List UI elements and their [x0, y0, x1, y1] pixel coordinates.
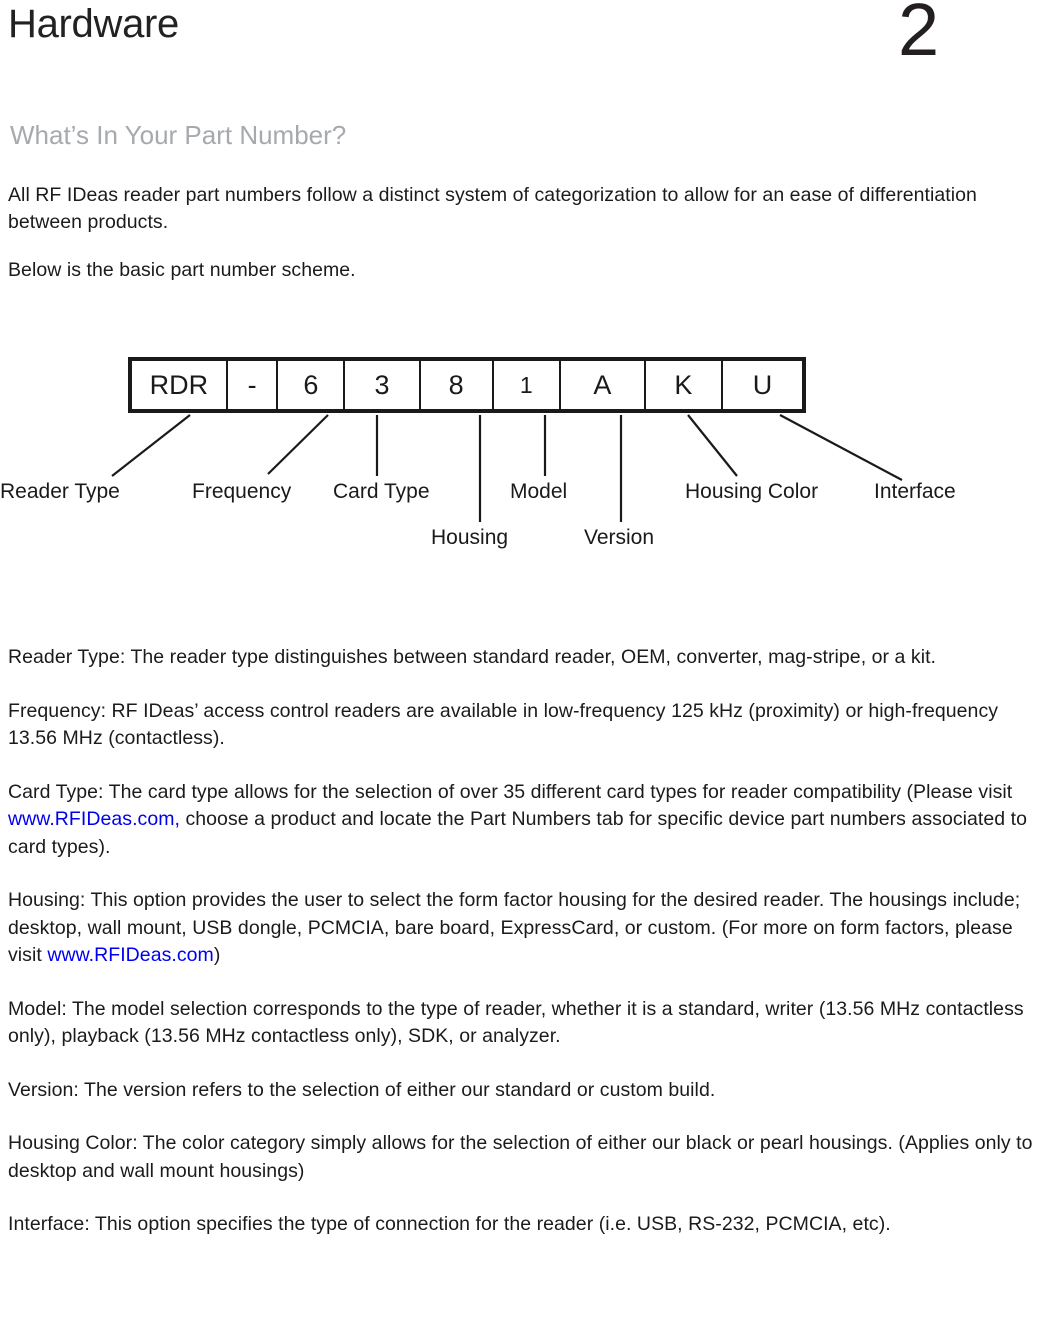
- definition-body-model: The model selection corresponds to the t…: [8, 997, 1024, 1048]
- definition-term-housing-color: Housing Color:: [8, 1132, 143, 1154]
- part-number-diagram: RDR - 6 3 8 1 A K U Reader Type Frequenc…: [0, 340, 1043, 555]
- part-number-cell-frequency: 6: [278, 361, 346, 409]
- section-subtitle: What’s In Your Part Number?: [10, 120, 347, 150]
- definition-version: Version: The version refers to the selec…: [8, 1077, 1043, 1105]
- definition-term-frequency: Frequency:: [8, 699, 112, 722]
- definitions-block: Reader Type: The reader type distinguish…: [8, 644, 1043, 1239]
- part-number-cell-interface: U: [722, 361, 802, 409]
- diagram-label-reader-type: Reader Type: [0, 480, 120, 503]
- intro-paragraph-2: Below is the basic part number scheme.: [8, 259, 356, 281]
- rfideas-link-housing[interactable]: www.RFIDeas.com: [47, 944, 214, 966]
- definition-term-card-type: Card Type:: [8, 780, 109, 803]
- part-number-cell-housing: 8: [420, 361, 494, 409]
- diagram-label-housing-color: Housing Color: [685, 480, 819, 503]
- definition-term-interface: Interface:: [8, 1213, 95, 1235]
- diagram-label-version: Version: [584, 526, 655, 549]
- intro-block: All RF IDeas reader part numbers follow …: [8, 182, 1028, 284]
- definition-housing-color: Housing Color: The color category simply…: [8, 1130, 1043, 1185]
- definition-frequency: Frequency: RF IDeas’ access control read…: [8, 698, 1043, 753]
- diagram-label-model: Model: [510, 480, 568, 503]
- page-title: Hardware: [8, 2, 179, 46]
- definition-housing: Housing: This option provides the user t…: [8, 887, 1043, 970]
- definition-body-frequency: RF IDeas’ access control readers are ava…: [8, 699, 999, 750]
- intro-paragraph-1: All RF IDeas reader part numbers follow …: [8, 184, 977, 233]
- diagram-label-interface: Interface: [874, 480, 956, 503]
- definition-body-version: The version refers to the selection of e…: [83, 1078, 716, 1101]
- definition-body-housing-color: The color category simply allows for the…: [8, 1132, 1033, 1182]
- definition-interface: Interface: This option specifies the typ…: [8, 1211, 1043, 1239]
- definition-reader-type: Reader Type: The reader type distinguish…: [8, 644, 1043, 672]
- definition-body-housing-after-link: ): [213, 944, 221, 966]
- leader-line-frequency: [267, 414, 329, 475]
- part-number-boxes: RDR - 6 3 8 1 A K U: [128, 357, 806, 413]
- page-header: Hardware 2: [0, 0, 1043, 100]
- leader-line-reader-type: [111, 414, 191, 477]
- diagram-label-card-type: Card Type: [333, 480, 430, 503]
- definition-card-type: Card Type: The card type allows for the …: [8, 779, 1043, 862]
- part-number-cell-card-type: 3: [345, 361, 421, 409]
- rfideas-link-card-type[interactable]: www.RFIDeas.com,: [8, 808, 180, 830]
- definition-body-reader-type: The reader type distinguishes between st…: [130, 646, 937, 668]
- definition-term-housing: Housing:: [8, 889, 91, 911]
- definition-term-reader-type: Reader Type:: [8, 646, 131, 668]
- definition-term-model: Model:: [8, 997, 72, 1020]
- diagram-label-frequency: Frequency: [192, 480, 292, 503]
- part-number-cell-model: 1: [493, 361, 561, 409]
- definition-body-card-type-before-link: The card type allows for the selection o…: [108, 780, 1013, 803]
- part-number-cell-reader-type: RDR: [132, 361, 228, 409]
- chapter-number: 2: [898, 0, 940, 71]
- leader-line-interface: [779, 414, 903, 481]
- diagram-label-housing: Housing: [431, 526, 509, 549]
- part-number-cell-housing-color: K: [645, 361, 723, 409]
- definition-model: Model: The model selection corresponds t…: [8, 996, 1043, 1051]
- definition-body-interface: This option specifies the type of connec…: [94, 1213, 891, 1235]
- part-number-cell-separator: -: [227, 361, 279, 409]
- part-number-cell-version: A: [560, 361, 646, 409]
- definition-term-version: Version:: [8, 1078, 84, 1101]
- leader-line-housing-color: [687, 414, 738, 477]
